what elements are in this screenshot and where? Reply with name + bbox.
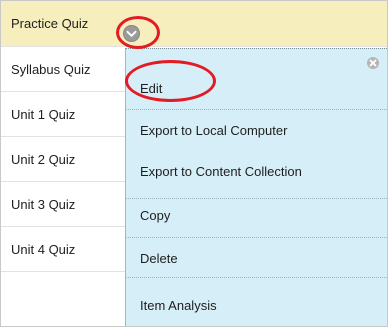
menu-item-delete[interactable]: Delete <box>140 251 178 266</box>
quiz-label[interactable]: Unit 1 Quiz <box>11 107 75 122</box>
quiz-label[interactable]: Practice Quiz <box>11 16 88 31</box>
menu-item-copy[interactable]: Copy <box>140 208 170 223</box>
quiz-label[interactable]: Unit 4 Quiz <box>11 242 75 257</box>
menu-separator <box>126 198 387 199</box>
menu-item-item-analysis[interactable]: Item Analysis <box>140 298 217 313</box>
menu-item-export-local[interactable]: Export to Local Computer <box>140 123 287 138</box>
menu-separator <box>126 109 387 110</box>
menu-separator <box>126 277 387 278</box>
menu-item-export-content-collection[interactable]: Export to Content Collection <box>140 164 302 179</box>
quiz-label[interactable]: Unit 3 Quiz <box>11 197 75 212</box>
chevron-down-icon[interactable] <box>123 25 140 42</box>
context-menu: Edit Export to Local Computer Export to … <box>125 48 387 326</box>
quiz-label[interactable]: Syllabus Quiz <box>11 62 90 77</box>
close-icon[interactable] <box>367 57 379 69</box>
chevron-down-glyph <box>126 30 137 37</box>
close-glyph <box>369 59 377 67</box>
quiz-label[interactable]: Unit 2 Quiz <box>11 152 75 167</box>
quiz-row-practice[interactable]: Practice Quiz <box>1 1 387 47</box>
content-frame: Practice Quiz Syllabus Quiz Unit 1 Quiz … <box>0 0 388 327</box>
menu-separator <box>126 237 387 238</box>
menu-item-edit[interactable]: Edit <box>140 81 162 96</box>
